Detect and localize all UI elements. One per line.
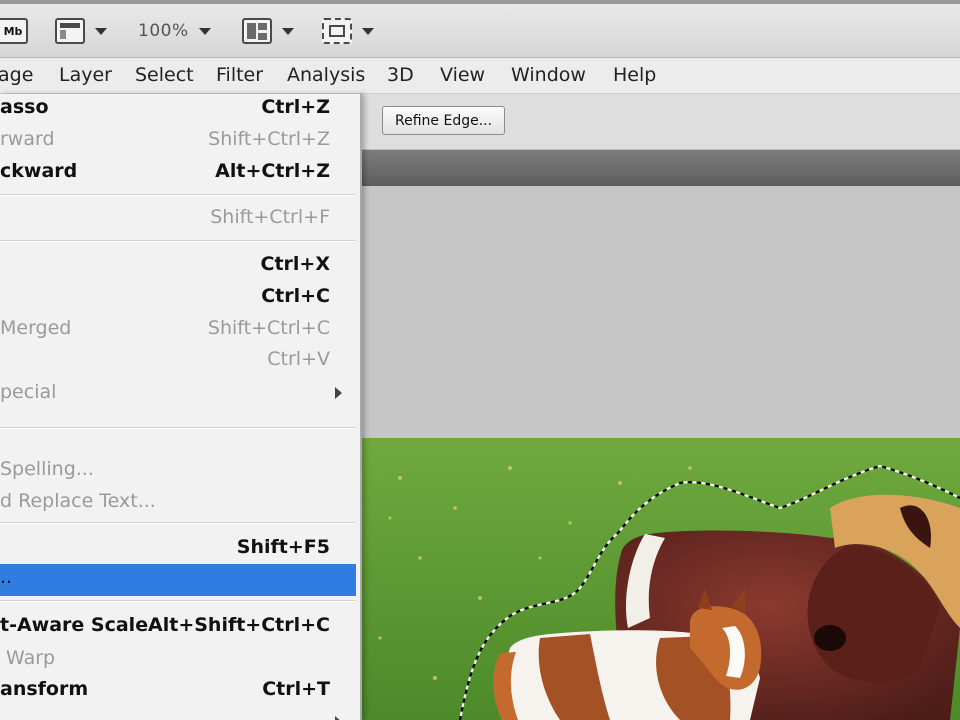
menu-select[interactable]: Select: [135, 64, 194, 86]
menu-layer[interactable]: Layer: [59, 64, 112, 86]
menu-item-label: asso: [0, 96, 49, 118]
view-extras-button[interactable]: [55, 14, 107, 48]
menu-item-shortcut: Alt+Shift+Ctrl+C: [148, 614, 330, 636]
arrange-documents-icon: [242, 18, 272, 44]
mini-bridge-icon: Mb: [0, 18, 28, 44]
menu-filter[interactable]: Filter: [216, 64, 263, 86]
zoom-level-value: 100%: [138, 21, 189, 41]
menu-item-shortcut: Ctrl+Z: [261, 96, 330, 118]
menu-analysis[interactable]: Analysis: [287, 64, 365, 86]
options-bar: Refine Edge...: [360, 94, 960, 150]
menu-item-shortcut: Shift+F5: [236, 536, 330, 558]
chevron-down-icon: [362, 27, 374, 35]
menu-separator: [0, 240, 356, 242]
menu-window[interactable]: Window: [511, 64, 586, 86]
menu-item-label: ansform: [0, 678, 89, 700]
menu-item-stroke-highlighted[interactable]: ..: [0, 564, 356, 596]
menu-item-check-spelling[interactable]: Spelling...: [0, 456, 356, 486]
menu-bar: age Layer Select Filter Analysis 3D View…: [0, 58, 960, 94]
document-canvas[interactable]: [360, 186, 960, 720]
menu-separator: [0, 194, 356, 196]
menu-item-label: ..: [0, 566, 13, 588]
mini-bridge-button[interactable]: Mb: [0, 14, 28, 48]
menu-item-label: t-Aware Scale: [0, 614, 149, 636]
pony-photo: [360, 438, 960, 720]
chevron-down-icon: [282, 27, 294, 35]
menu-item-shortcut: Ctrl+C: [261, 285, 330, 307]
menu-view[interactable]: View: [440, 64, 485, 86]
menu-image[interactable]: age: [0, 64, 33, 86]
menu-separator: [0, 522, 356, 524]
menu-item-free-transform[interactable]: ansform Ctrl+T: [0, 676, 356, 706]
menu-item-step-backward[interactable]: ckward Alt+Ctrl+Z: [0, 158, 356, 188]
menu-item-label: Warp: [6, 647, 56, 669]
menu-3d[interactable]: 3D: [387, 64, 414, 86]
menu-item-fade[interactable]: Shift+Ctrl+F: [0, 204, 356, 234]
arrange-documents-button[interactable]: [242, 14, 294, 48]
menu-item-paste-special[interactable]: pecial: [0, 379, 356, 409]
screen-mode-button[interactable]: [322, 14, 374, 48]
edit-menu-dropdown: asso Ctrl+Z rward Shift+Ctrl+Z ckward Al…: [0, 94, 362, 720]
window-icon: [55, 18, 85, 44]
menu-item-label: ckward: [0, 160, 78, 182]
menu-item-shortcut: Shift+Ctrl+C: [207, 317, 330, 339]
menu-item-cut[interactable]: Ctrl+X: [0, 251, 356, 281]
menu-item-shortcut: Shift+Ctrl+Z: [208, 128, 330, 150]
document-tab-strip: [360, 150, 960, 186]
menu-item-shortcut: Ctrl+T: [262, 678, 330, 700]
menu-item-shortcut: Shift+Ctrl+F: [210, 206, 330, 228]
menu-item-label: rward: [0, 128, 55, 150]
menu-item-puppet-warp[interactable]: Warp: [0, 645, 356, 675]
menu-item-label: d Replace Text...: [0, 490, 156, 512]
refine-edge-button[interactable]: Refine Edge...: [382, 106, 506, 135]
menu-separator: [0, 600, 356, 602]
menu-item-shortcut: Alt+Ctrl+Z: [215, 160, 330, 182]
chevron-down-icon: [198, 27, 211, 35]
menu-item-label: Merged: [0, 317, 72, 339]
menu-item-paste[interactable]: Ctrl+V: [0, 346, 356, 376]
menu-item-copy[interactable]: Ctrl+C: [0, 283, 356, 313]
menu-item-transform[interactable]: [0, 708, 356, 720]
menu-item-undo-lasso[interactable]: asso Ctrl+Z: [0, 94, 356, 124]
menu-item-content-aware-scale[interactable]: t-Aware Scale Alt+Shift+Ctrl+C: [0, 612, 356, 642]
menu-item-fill[interactable]: Shift+F5: [0, 534, 356, 564]
menu-item-label: pecial: [0, 381, 57, 403]
menu-separator: [0, 427, 356, 429]
application-bar: Mb 100%: [0, 0, 960, 58]
menu-item-copy-merged[interactable]: Merged Shift+Ctrl+C: [0, 315, 356, 345]
menu-item-shortcut: Ctrl+X: [260, 253, 330, 275]
zoom-level-dropdown[interactable]: 100%: [138, 14, 211, 48]
submenu-arrow-icon: [335, 387, 342, 399]
menu-item-label: Spelling...: [0, 458, 94, 480]
menu-help[interactable]: Help: [613, 64, 656, 86]
screen-mode-icon: [322, 18, 352, 44]
menu-item-find-and-replace-text[interactable]: d Replace Text...: [0, 488, 356, 518]
menu-item-shortcut: Ctrl+V: [267, 348, 330, 370]
chevron-down-icon: [95, 27, 107, 35]
menu-item-step-forward[interactable]: rward Shift+Ctrl+Z: [0, 126, 356, 156]
submenu-arrow-icon: [335, 716, 342, 720]
